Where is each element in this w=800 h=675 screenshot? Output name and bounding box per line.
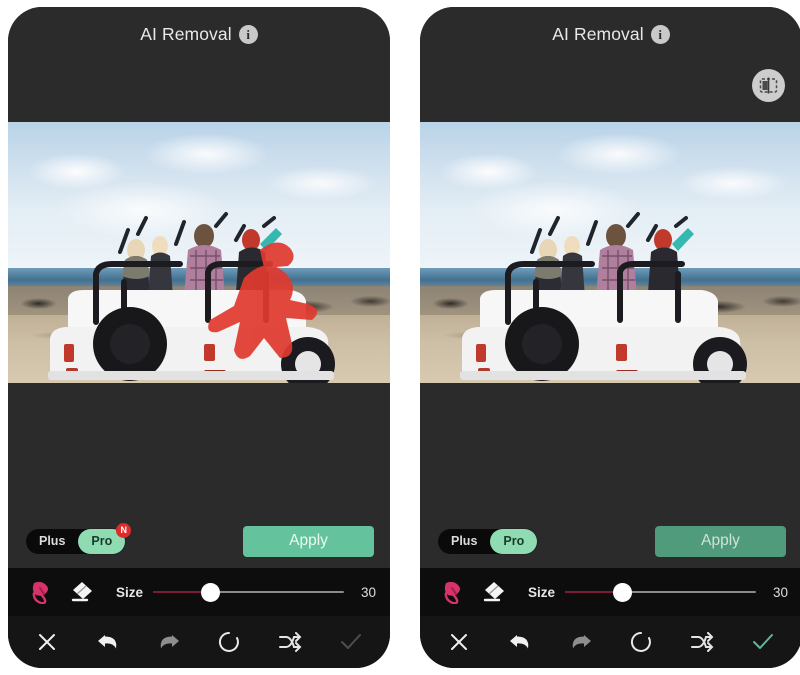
jeep-scene-before [48,212,335,383]
screenshot-stage: AI Removal i Plus Pro N Apply Size 30 AI… [0,0,800,675]
page-title: AI Removal [140,24,232,44]
panel-header-after: AI Removal i [420,7,800,122]
title-row-before: AI Removal i [8,24,390,45]
size-slider-before[interactable]: Size 30 [102,582,376,602]
canvas-spacer-after [420,383,800,514]
apply-button[interactable]: Apply [655,525,786,557]
canvas-spacer-before [8,383,390,514]
brush-icon[interactable] [22,580,62,604]
tools-row-after: Size 30 [420,568,800,616]
eraser-icon[interactable] [62,580,102,604]
tools-row-before: Size 30 [8,568,390,616]
reset-circle-icon[interactable] [212,625,246,659]
slider-knob[interactable] [200,582,220,602]
reset-circle-icon[interactable] [624,625,658,659]
close-icon[interactable] [442,625,476,659]
bottom-nav-before [8,616,390,668]
info-icon[interactable]: i [650,25,670,44]
undo-arrow-icon[interactable] [91,625,125,659]
slider-track[interactable] [153,582,344,602]
new-badge: N [116,522,132,538]
plan-option-plus[interactable]: Plus [438,529,490,554]
close-icon[interactable] [30,625,64,659]
redo-arrow-icon[interactable] [564,625,598,659]
check-icon[interactable] [746,625,780,659]
shuffle-icon[interactable] [685,625,719,659]
panel-header-before: AI Removal i [8,7,390,122]
size-label: Size [116,584,144,600]
size-value: 30 [360,584,376,600]
size-label: Size [528,584,556,600]
size-value: 30 [772,584,788,600]
compare-before-after-icon[interactable] [752,69,785,102]
image-canvas-before[interactable] [8,122,390,383]
plan-toggle-after[interactable]: Plus Pro [438,528,538,554]
plan-row-before: Plus Pro N Apply [8,514,390,568]
plan-option-plus[interactable]: Plus [26,529,78,554]
image-canvas-after[interactable] [420,122,800,383]
undo-arrow-icon[interactable] [503,625,537,659]
eraser-icon[interactable] [474,580,514,604]
plan-toggle-before[interactable]: Plus Pro N [26,522,132,554]
size-slider-after[interactable]: Size 30 [514,582,788,602]
page-title: AI Removal [552,24,644,44]
slider-knob[interactable] [612,582,632,602]
slider-track[interactable] [565,582,756,602]
info-icon[interactable]: i [238,25,258,44]
title-row-after: AI Removal i [420,24,800,45]
redo-arrow-icon[interactable] [152,625,186,659]
shuffle-icon[interactable] [273,625,307,659]
apply-button[interactable]: Apply [243,525,374,557]
brush-icon[interactable] [434,580,474,604]
plan-row-after: Plus Pro Apply [420,514,800,568]
panel-after: AI Removal i Plus Pro Apply Size 30 [420,7,800,668]
panel-before: AI Removal i Plus Pro N Apply Size 30 [8,7,390,668]
bottom-nav-after [420,616,800,668]
jeep-scene-after [460,212,747,383]
plan-option-pro[interactable]: Pro [490,528,538,554]
check-icon[interactable] [334,625,368,659]
